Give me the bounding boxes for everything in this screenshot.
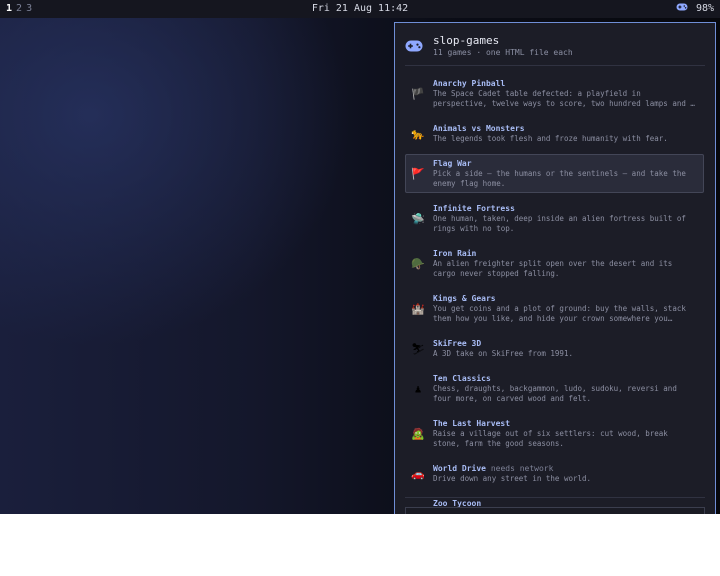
game-list: 🏴 Anarchy Pinball The Space Cadet table de… <box>405 74 704 514</box>
game-item[interactable]: 🐆 Animals vs Monsters The legends took fle… <box>405 119 704 148</box>
ufo-icon: 🛸 <box>411 212 425 225</box>
game-title: Ten Classics <box>433 374 491 383</box>
game-name: Anarchy Pinball <box>433 78 697 89</box>
game-name: Ten Classics <box>433 373 697 384</box>
game-title: SkiFree 3D <box>433 339 482 348</box>
game-item[interactable]: 🛸 Infinite Fortress One human, taken, deep… <box>405 199 704 238</box>
system-tray: 98% <box>676 0 714 18</box>
game-name: SkiFree 3D <box>433 338 697 349</box>
game-title: Anarchy Pinball <box>433 79 506 88</box>
panel-subtitle: 11 games · one HTML file each <box>433 48 573 57</box>
game-title: The Last Harvest <box>433 419 511 428</box>
gamepad-icon <box>405 40 423 56</box>
top-bar: 123 Fri 21 Aug 11:42 98% <box>0 0 720 18</box>
panel-header: slop-games 11 games · one HTML file each <box>405 34 705 66</box>
game-name: Animals vs Monsters <box>433 123 697 134</box>
gamepad-icon[interactable] <box>676 0 688 18</box>
game-tag: needs network <box>490 464 554 473</box>
game-item[interactable]: 🏴 Anarchy Pinball The Space Cadet table de… <box>405 74 704 113</box>
game-item[interactable]: 🏰 Kings & Gears You get coins and a plot o… <box>405 289 704 328</box>
game-description: The legends took flesh and froze humanit… <box>433 134 668 143</box>
search-input[interactable] <box>405 507 705 514</box>
car-icon: 🚗 <box>411 467 425 480</box>
black-flag-icon: 🏴 <box>411 87 425 100</box>
skier-icon: ⛷ <box>411 342 425 355</box>
red-flag-icon: 🚩 <box>411 167 425 180</box>
game-item[interactable]: 🚗 World Drive needs network Drive down any… <box>405 459 704 488</box>
game-item[interactable]: 🚩 Flag War Pick a side — the humans or the… <box>405 154 704 193</box>
game-description: Pick a side — the humans or the sentinel… <box>433 169 686 188</box>
game-description: One human, taken, deep inside an alien f… <box>433 214 686 233</box>
game-title: World Drive <box>433 464 486 473</box>
header-divider <box>405 65 705 66</box>
game-launcher-panel: slop-games 11 games · one HTML file each… <box>394 22 716 514</box>
game-description: Drive down any street in the world. <box>433 474 592 483</box>
game-description: A 3D take on SkiFree from 1991. <box>433 349 573 358</box>
game-name: Kings & Gears <box>433 293 697 304</box>
clock: Fri 21 Aug 11:42 <box>311 3 409 14</box>
game-item[interactable]: 🧟 The Last Harvest Raise a village out of … <box>405 414 704 453</box>
helmet-icon: 🪖 <box>411 257 425 270</box>
game-description: The Space Cadet table defected: a playfi… <box>433 89 695 108</box>
panel-title: slop-games <box>433 34 500 47</box>
chess-pawn-icon: ♟ <box>414 382 422 395</box>
game-name: The Last Harvest <box>433 418 697 429</box>
footer-divider <box>405 497 705 498</box>
game-item[interactable]: ♟ Ten Classics Chess, draughts, backgammon… <box>405 369 704 408</box>
castle-icon: 🏰 <box>411 302 425 315</box>
game-title: Kings & Gears <box>433 294 496 303</box>
game-title: Iron Rain <box>433 249 477 258</box>
leopard-icon: 🐆 <box>411 127 425 140</box>
game-description: You get coins and a plot of ground: buy … <box>433 304 686 323</box>
game-item[interactable]: 🪖 Iron Rain An alien freighter split open … <box>405 244 704 283</box>
game-description: An alien freighter split open over the d… <box>433 259 673 278</box>
game-item[interactable]: ⛷ SkiFree 3D A 3D take on SkiFree from 199… <box>405 334 704 363</box>
zombie-icon: 🧟 <box>411 427 425 440</box>
game-name: World Drive needs network <box>433 463 697 474</box>
game-name: Flag War <box>433 158 697 169</box>
game-title: Infinite Fortress <box>433 204 515 213</box>
game-name: Iron Rain <box>433 248 697 259</box>
game-description: Raise a village out of six settlers: cut… <box>433 429 668 448</box>
battery-level: 98% <box>695 3 714 14</box>
game-name: Infinite Fortress <box>433 203 697 214</box>
game-description: Chess, draughts, backgammon, ludo, sudok… <box>433 384 677 403</box>
game-title: Animals vs Monsters <box>433 124 525 133</box>
desktop: 123 Fri 21 Aug 11:42 98% slop-games 11 g… <box>0 0 720 514</box>
game-title: Flag War <box>433 159 472 168</box>
